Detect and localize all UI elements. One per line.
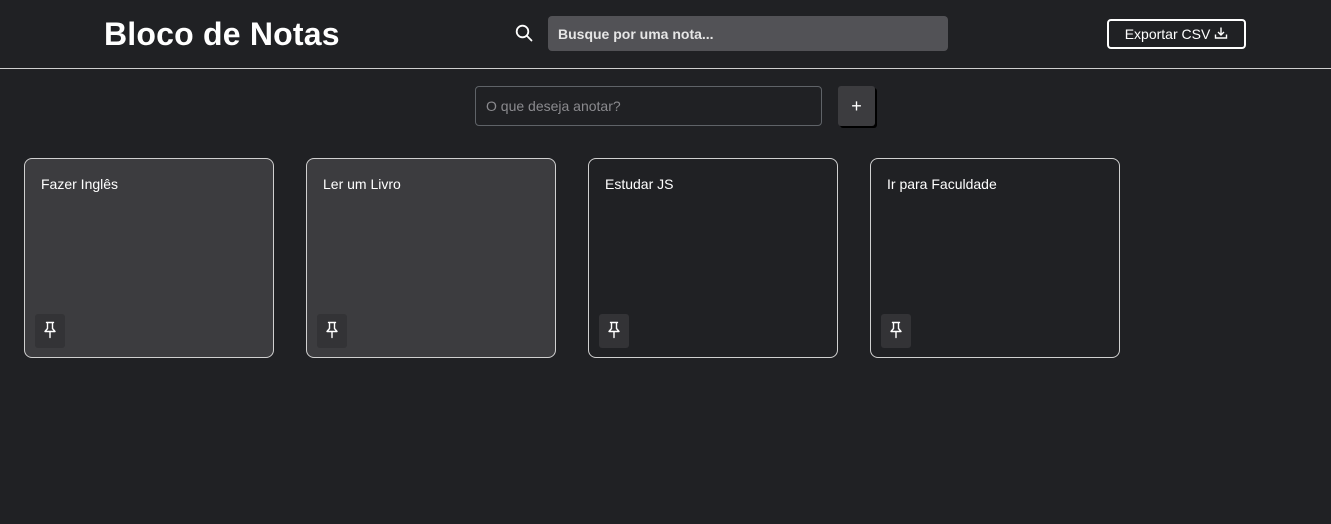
note-card[interactable]: Ir para Faculdade xyxy=(870,158,1120,358)
note-card[interactable]: Fazer Inglês xyxy=(24,158,274,358)
search-input[interactable] xyxy=(548,16,948,51)
pin-icon xyxy=(42,321,58,342)
export-csv-button[interactable]: Exportar CSV xyxy=(1107,19,1246,49)
note-text: Fazer Inglês xyxy=(41,176,119,192)
new-note-input[interactable] xyxy=(475,86,822,126)
export-csv-label: Exportar CSV xyxy=(1124,26,1211,42)
pin-icon xyxy=(324,321,340,342)
pin-icon xyxy=(606,321,622,342)
note-text: Ler um Livro xyxy=(323,176,401,192)
pin-button[interactable] xyxy=(881,314,911,348)
note-text: Estudar JS xyxy=(605,176,674,192)
note-text: Ir para Faculdade xyxy=(887,176,997,192)
pin-button[interactable] xyxy=(35,314,65,348)
pin-button[interactable] xyxy=(599,314,629,348)
note-card[interactable]: Estudar JS xyxy=(588,158,838,358)
pin-button[interactable] xyxy=(317,314,347,348)
add-note-label: + xyxy=(851,95,862,116)
search-icon[interactable] xyxy=(515,24,533,42)
app-header: Bloco de Notas Exportar CSV xyxy=(0,0,1331,69)
note-card[interactable]: Ler um Livro xyxy=(306,158,556,358)
pin-icon xyxy=(888,321,904,342)
app-title: Bloco de Notas xyxy=(104,16,340,52)
download-icon xyxy=(1214,26,1228,43)
add-note-button[interactable]: + xyxy=(838,86,875,126)
